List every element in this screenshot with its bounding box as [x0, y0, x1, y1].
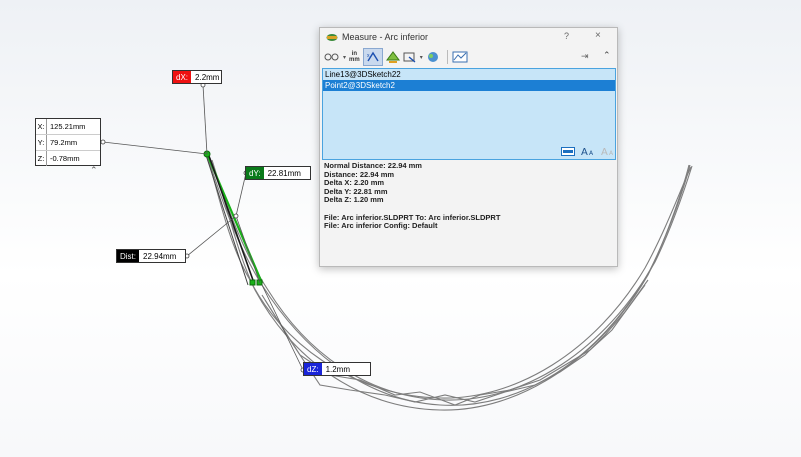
- dz-tag: dZ:: [304, 363, 322, 375]
- point-coordinates-box[interactable]: X: 125.21mm Y: 79.2mm Z: -0.78mm: [35, 118, 101, 166]
- dz-value: 1.2mm: [325, 364, 351, 374]
- collapse-caret-icon[interactable]: ⌃: [90, 165, 98, 176]
- text-size-disabled-icon: AA: [601, 147, 614, 156]
- delta-z-text: Delta Z: 1.20 mm: [324, 195, 384, 204]
- arc-dropdown-icon[interactable]: ▾: [343, 49, 346, 65]
- show-xyz-icon[interactable]: [561, 146, 575, 156]
- dist-value: 22.94mm: [143, 251, 177, 261]
- text-size-icon[interactable]: AA: [581, 146, 595, 156]
- coordinate-system-icon[interactable]: [426, 49, 440, 65]
- selection-item[interactable]: Line13@3DSketch22: [323, 69, 615, 80]
- dy-tag: dY:: [246, 167, 264, 179]
- arc-circle-measure-icon[interactable]: [324, 49, 340, 65]
- y-label: Y:: [36, 135, 47, 150]
- dialog-title: Measure - Arc inferior: [342, 32, 429, 42]
- dist-callout[interactable]: Dist: 22.94mm: [116, 249, 186, 263]
- z-value: -0.78mm: [50, 154, 80, 163]
- dist-tag: Dist:: [117, 250, 139, 262]
- leader-handles: [100, 82, 306, 373]
- svg-text:A: A: [589, 150, 594, 156]
- x-label: X:: [36, 119, 47, 134]
- x-value: 125.21mm: [50, 122, 86, 131]
- measure-results: Normal Distance: 22.94 mm Distance: 22.9…: [324, 161, 500, 231]
- z-label: Z:: [36, 151, 47, 166]
- projection-dropdown-icon[interactable]: ▾: [420, 49, 423, 65]
- help-button[interactable]: ?: [564, 31, 569, 41]
- dx-callout[interactable]: dX: 2.2mm: [172, 70, 223, 84]
- history-chart-icon[interactable]: [452, 49, 468, 65]
- dy-callout[interactable]: dY: 22.81mm: [245, 166, 311, 180]
- measure-dialog: Measure - Arc inferior ? × ▾ in mm x ▾ ⇥: [319, 27, 618, 267]
- units-mm-label: mm: [349, 57, 360, 63]
- svg-text:A: A: [581, 147, 588, 156]
- config-text: File: Arc inferior Config: Default: [324, 221, 438, 230]
- xyz-measure-icon[interactable]: x: [362, 48, 383, 66]
- display-options: AA AA: [561, 146, 615, 156]
- toolbar-separator: [446, 50, 448, 64]
- pin-icon[interactable]: ⇥: [581, 51, 589, 62]
- svg-text:A: A: [601, 147, 608, 156]
- dz-callout[interactable]: dZ: 1.2mm: [303, 362, 371, 376]
- svg-text:A: A: [609, 150, 614, 156]
- measure-toolbar: ▾ in mm x ▾ ⇥ ⌃: [320, 46, 617, 68]
- projection-icon[interactable]: [403, 49, 417, 65]
- callout-leaders: [102, 84, 304, 371]
- dy-value: 22.81mm: [267, 168, 301, 178]
- dialog-titlebar[interactable]: Measure - Arc inferior ? ×: [320, 28, 617, 46]
- units-precision-button[interactable]: in mm: [349, 49, 360, 65]
- selection-item-active[interactable]: Point2@3DSketch2: [323, 80, 615, 91]
- dx-value: 2.2mm: [195, 72, 220, 82]
- y-value: 79.2mm: [50, 138, 78, 147]
- close-button[interactable]: ×: [595, 30, 601, 41]
- measure-app-icon: [326, 33, 338, 41]
- dx-tag: dX:: [173, 71, 192, 83]
- collapse-toolbar-icon[interactable]: ⌃: [603, 50, 611, 61]
- point-to-point-icon[interactable]: [385, 49, 400, 65]
